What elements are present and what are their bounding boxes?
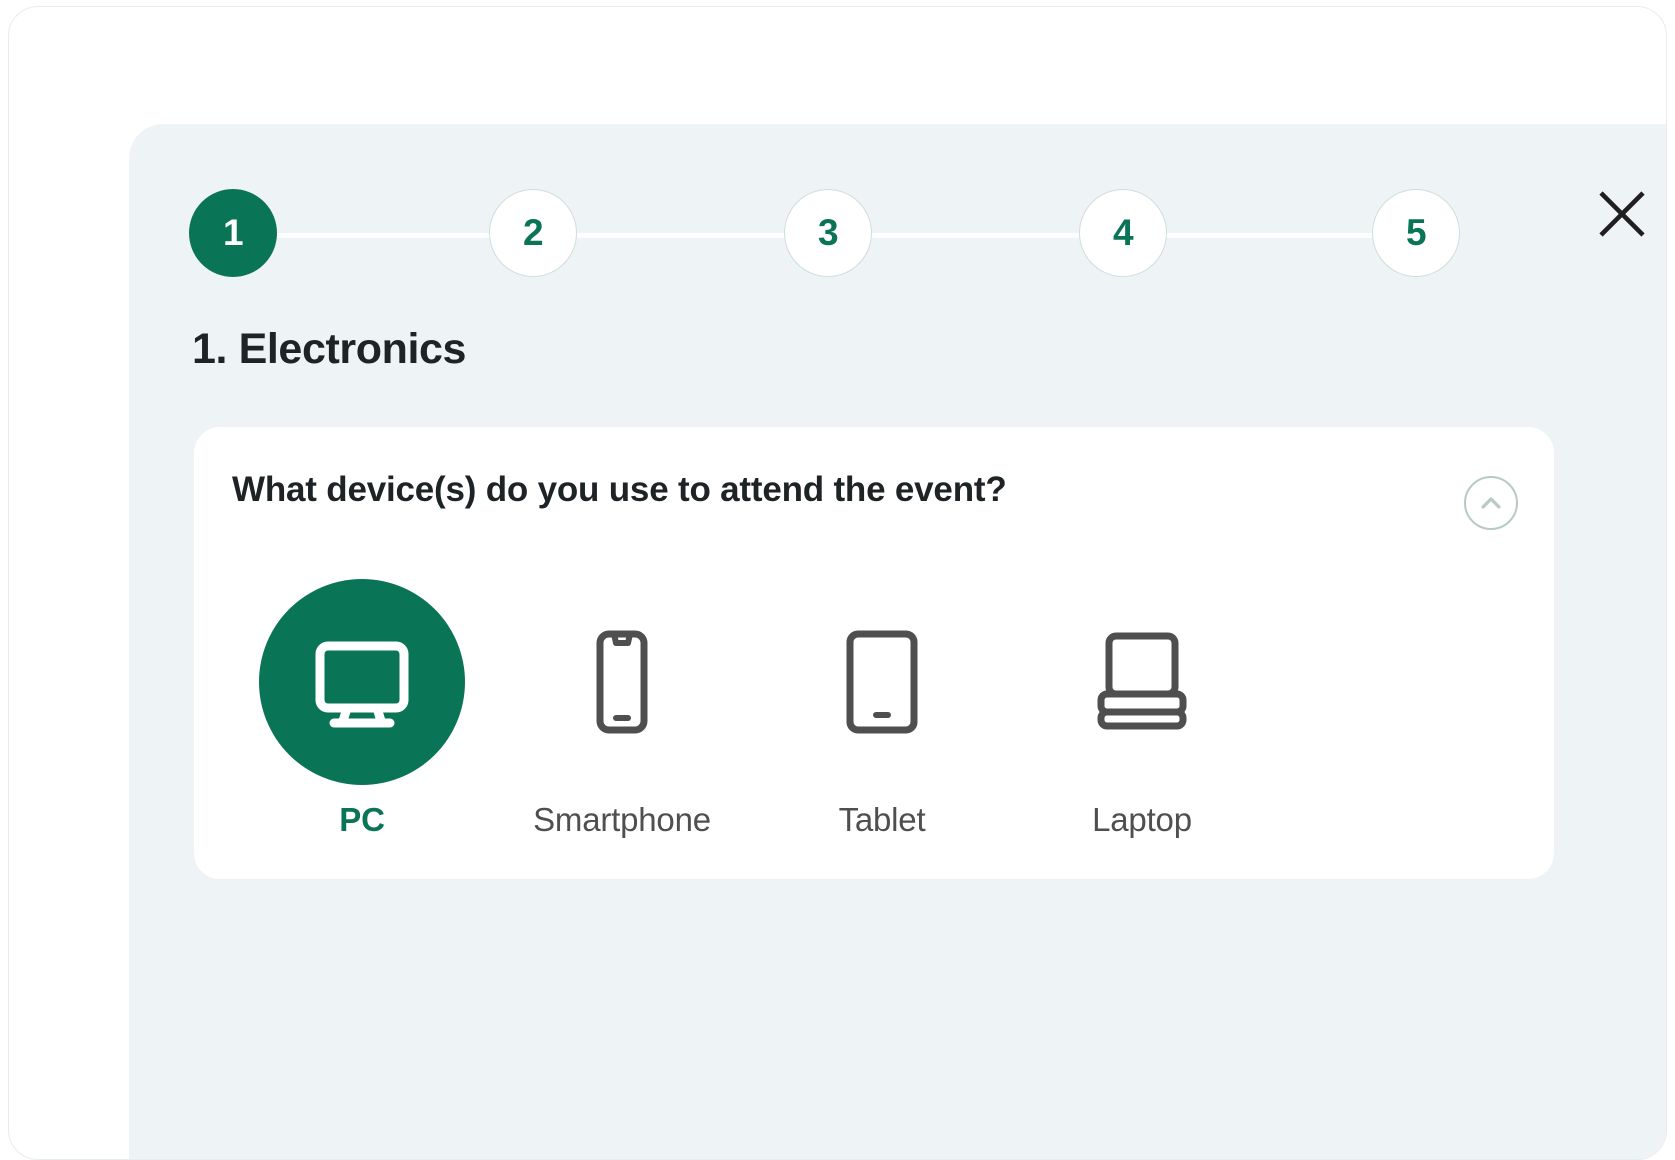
device-option-smartphone[interactable]: Smartphone	[492, 579, 752, 859]
step-label-2: 2	[522, 212, 544, 253]
section-title: 1. Electronics	[192, 325, 467, 373]
step-indicator-4[interactable]: 4	[1079, 189, 1167, 277]
device-option-label-tablet: Tablet	[838, 801, 926, 838]
step-label-4: 4	[1112, 212, 1134, 253]
step-indicator-1[interactable]: 1	[189, 189, 277, 277]
device-option-label-pc: PC	[339, 801, 385, 838]
modal-outer-frame: 1 2 3 4 5 1. Electronics What device(s) …	[8, 6, 1667, 1160]
step-label-5: 5	[1405, 212, 1427, 253]
step-label-3: 3	[817, 212, 839, 253]
laptop-icon	[1097, 632, 1187, 730]
monitor-icon	[315, 641, 409, 728]
collapse-question-button[interactable]	[1464, 476, 1518, 530]
device-icon-wrapper-tablet	[779, 579, 985, 785]
device-option-pc[interactable]: PC	[232, 579, 492, 859]
step-indicator-3[interactable]: 3	[784, 189, 872, 277]
step-indicator-5[interactable]: 5	[1372, 189, 1460, 277]
step-label-1: 1	[222, 212, 244, 253]
question-text: What device(s) do you use to attend the …	[232, 470, 1007, 509]
survey-panel: 1 2 3 4 5 1. Electronics What device(s) …	[129, 124, 1666, 1159]
device-option-laptop[interactable]: Laptop	[1012, 579, 1272, 859]
tablet-icon	[846, 630, 918, 734]
close-button[interactable]	[1584, 176, 1660, 252]
device-option-tablet[interactable]: Tablet	[752, 579, 1012, 859]
device-option-label-smartphone: Smartphone	[533, 801, 711, 838]
step-progress-indicator: 1 2 3 4 5	[189, 189, 1479, 279]
device-option-label-laptop: Laptop	[1092, 801, 1192, 838]
device-options-group: PC Smartphone Tablet Laptop	[232, 579, 1332, 859]
device-icon-wrapper-pc	[259, 579, 465, 785]
question-card: What device(s) do you use to attend the …	[194, 427, 1554, 879]
device-icon-wrapper-smartphone	[519, 579, 725, 785]
step-indicator-2[interactable]: 2	[489, 189, 577, 277]
smartphone-icon	[596, 630, 648, 734]
survey-modal-screen: 1 2 3 4 5 1. Electronics What device(s) …	[0, 0, 1675, 1160]
close-x-icon	[1599, 191, 1645, 237]
device-icon-wrapper-laptop	[1039, 579, 1245, 785]
chevron-up-icon	[1481, 497, 1501, 509]
